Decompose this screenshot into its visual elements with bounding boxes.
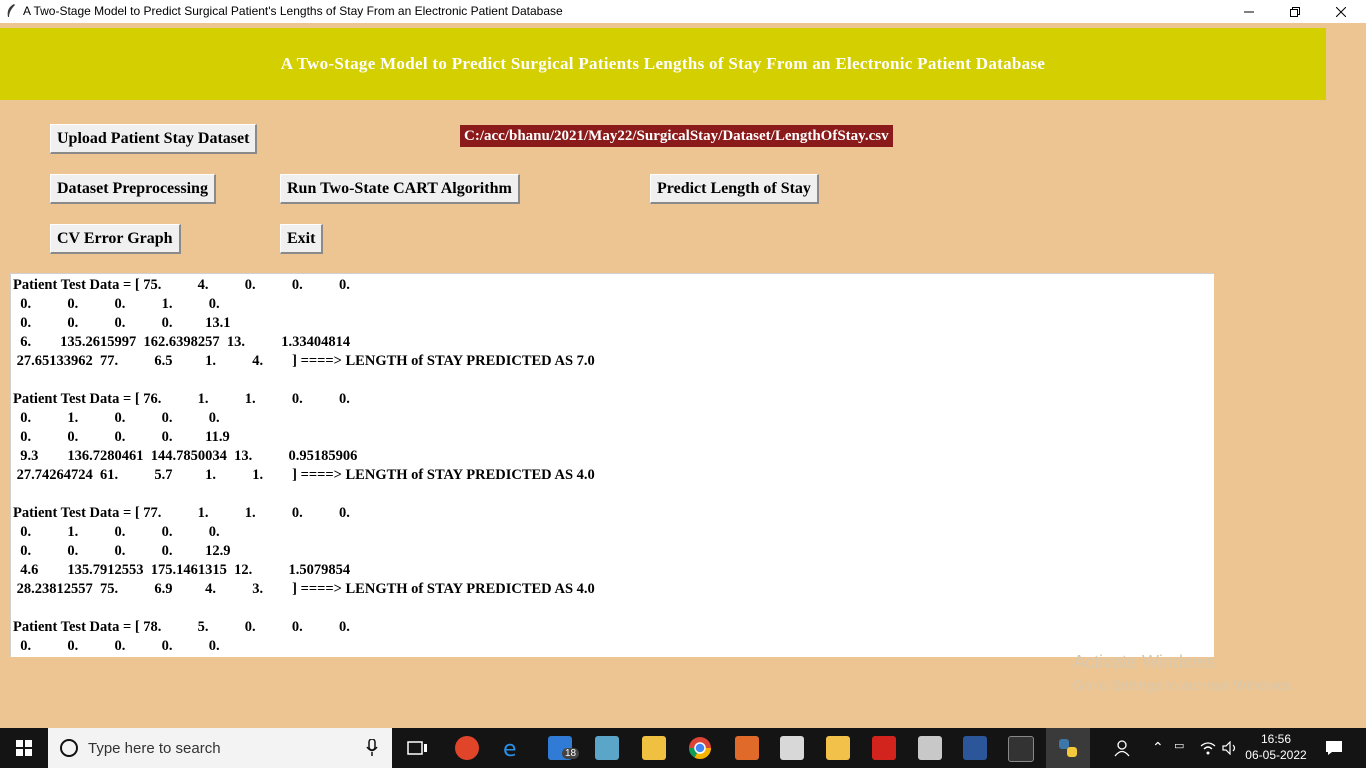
svg-text:e: e [503,737,517,760]
output-line: 0. 0. 0. 0. 11.9 [13,429,230,445]
document-icon[interactable] [780,736,804,760]
search-circle-icon [60,739,78,757]
output-line: 0. 0. 0. 0. 13.1 [13,315,231,331]
file-explorer-icon[interactable] [826,736,850,760]
paint-app-icon[interactable] [595,736,619,760]
microphone-icon [366,739,378,756]
tray-date: 06-05-2022 [1245,748,1307,762]
cv-error-graph-button[interactable]: CV Error Graph [50,224,181,254]
output-line: 27.74264724 61. 5.7 1. 1. ] ====> LENGTH… [13,467,595,483]
mail-badge: 18 [562,748,580,759]
wifi-icon[interactable] [1200,741,1216,755]
command-prompt-icon[interactable] [1008,736,1034,762]
output-text-area[interactable]: Patient Test Data = [ 75. 4. 0. 0. 0. 0.… [10,273,1214,657]
output-line: Patient Test Data = [ 77. 1. 1. 0. 0. [13,505,350,521]
minimize-icon [1244,11,1254,12]
output-line: Patient Test Data = [ 78. 5. 0. 0. 0. [13,619,350,635]
window-titlebar: A Two-Stage Model to Predict Surgical Pa… [0,0,1366,23]
upload-dataset-button[interactable]: Upload Patient Stay Dataset [50,124,258,154]
task-view-icon[interactable] [405,736,429,760]
output-line: 0. 0. 0. 0. 0. [13,638,220,654]
output-line: 0. 1. 0. 0. 0. [13,524,220,540]
start-button[interactable] [0,728,48,768]
output-line: 6. 135.2615997 162.6398257 13. 1.3340481… [13,334,351,350]
word-icon[interactable] [963,736,987,760]
exit-button[interactable]: Exit [280,224,324,254]
notification-icon[interactable] [1325,740,1343,756]
minimize-button[interactable] [1226,0,1272,23]
taskbar-search-box[interactable]: Type here to search [48,728,392,768]
banner-title: A Two-Stage Model to Predict Surgical Pa… [280,54,1046,73]
window-title: A Two-Stage Model to Predict Surgical Pa… [23,4,563,18]
output-line: Patient Test Data = [ 76. 1. 1. 0. 0. [13,391,350,407]
tray-clock[interactable]: 16:56 06-05-2022 [1240,731,1312,763]
activate-windows-subtitle: Go to Settings to activate Windows. [1073,677,1294,693]
battery-icon[interactable]: ▭ [1174,739,1184,752]
mail-icon[interactable]: 18 [548,736,580,760]
store-icon[interactable] [642,736,666,760]
app-icon[interactable] [735,736,759,760]
output-line: 0. 0. 0. 1. 0. [13,296,220,312]
run-cart-button[interactable]: Run Two-State CART Algorithm [280,174,520,204]
activate-windows-watermark: Activate Windows Go to Settings to activ… [1073,652,1294,693]
close-button[interactable] [1318,0,1364,23]
output-line: 4.6 135.7912553 175.1461315 12. 1.507985… [13,562,351,578]
people-icon[interactable] [1114,739,1132,757]
restore-icon [1290,6,1300,17]
feather-icon [7,4,15,17]
output-line: 0. 0. 0. 0. 12.9 [13,543,231,559]
output-line: 9.3 136.7280461 144.7850034 13. 0.951859… [13,448,358,464]
output-line: 28.23812557 75. 6.9 4. 3. ] ====> LENGTH… [13,581,595,597]
paint-icon[interactable] [918,736,942,760]
edge-browser-icon[interactable]: e [500,736,524,760]
header-banner: A Two-Stage Model to Predict Surgical Pa… [0,28,1326,100]
taskbar: Type here to search e 18 ⌃ ▭ 16:56 06-05… [0,728,1366,768]
media-app-icon[interactable] [455,736,479,760]
close-icon [1336,6,1346,17]
activate-windows-title: Activate Windows [1073,652,1216,672]
tray-time: 16:56 [1260,732,1292,746]
dataset-path-label: C:/acc/bhanu/2021/May22/SurgicalStay/Dat… [460,125,893,147]
output-line: 0. 1. 0. 0. 0. [13,410,220,426]
chevron-up-icon[interactable]: ⌃ [1152,739,1164,756]
volume-icon[interactable] [1222,741,1238,755]
restore-button[interactable] [1272,0,1318,23]
dataset-preprocessing-button[interactable]: Dataset Preprocessing [50,174,216,204]
chrome-browser-icon[interactable] [688,736,712,760]
pdf-reader-icon[interactable] [872,736,896,760]
output-line: Patient Test Data = [ 75. 4. 0. 0. 0. [13,277,350,293]
python-taskbar-item[interactable] [1046,728,1090,768]
predict-length-of-stay-button[interactable]: Predict Length of Stay [650,174,819,204]
search-placeholder: Type here to search [88,739,221,757]
python-icon [1059,739,1077,757]
output-line: 27.65133962 77. 6.5 1. 4. ] ====> LENGTH… [13,353,595,369]
windows-logo-icon [16,740,32,756]
